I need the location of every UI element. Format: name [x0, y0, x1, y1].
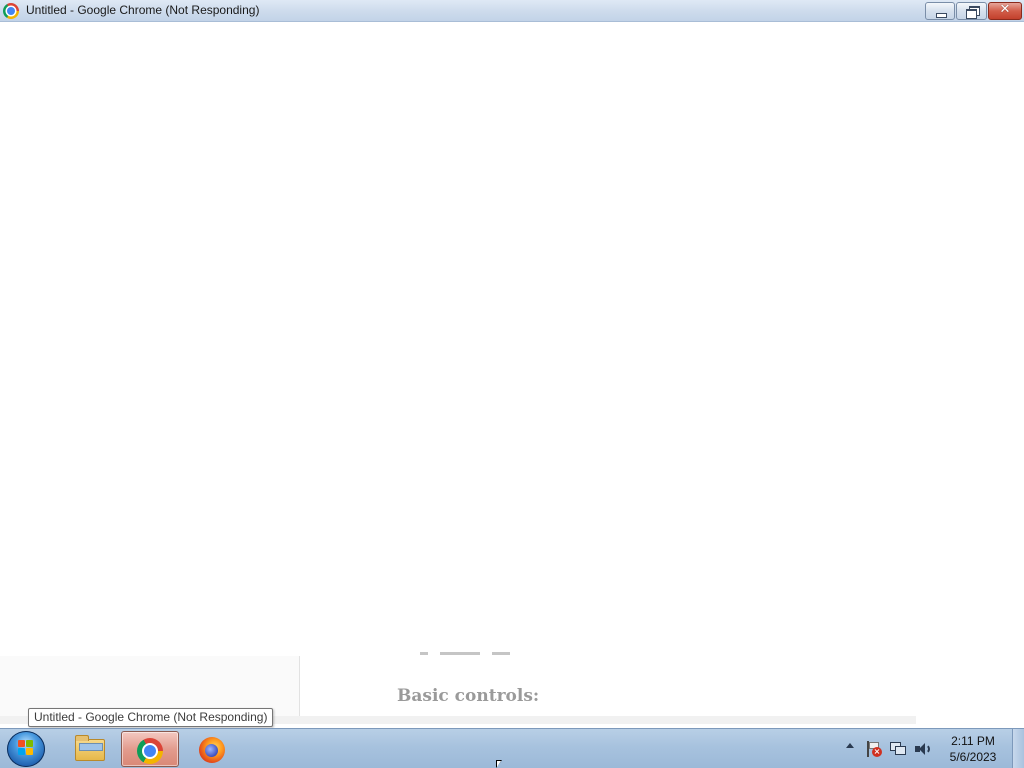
- page-side-panel: [0, 656, 300, 716]
- close-button[interactable]: ✕: [988, 2, 1022, 20]
- clock-time: 2:11 PM: [951, 734, 995, 748]
- show-desktop-button[interactable]: [1012, 729, 1024, 768]
- desktop-screen: Untitled - Google Chrome (Not Responding…: [0, 0, 1024, 768]
- restore-button[interactable]: [956, 2, 987, 20]
- network-icon[interactable]: [890, 741, 906, 757]
- show-hidden-icons-arrow-icon[interactable]: [846, 743, 854, 748]
- taskbar: × 2:11 PM 5/6/2023: [0, 728, 1024, 768]
- folder-icon: [75, 735, 105, 761]
- text-fragment: [491, 652, 510, 655]
- window-title-bar[interactable]: Untitled - Google Chrome (Not Responding…: [0, 0, 1024, 22]
- chrome-icon: [137, 738, 163, 764]
- taskbar-item-chrome[interactable]: [121, 731, 179, 767]
- system-clock[interactable]: 2:11 PM 5/6/2023: [944, 733, 1002, 765]
- text-fragment: [439, 652, 480, 655]
- close-icon: ✕: [999, 2, 1011, 17]
- clock-date: 5/6/2023: [949, 750, 997, 764]
- minimize-button[interactable]: [925, 2, 955, 20]
- volume-icon[interactable]: [914, 741, 932, 757]
- firefox-icon: [199, 737, 225, 763]
- partial-text-line: [420, 646, 900, 658]
- start-button[interactable]: [7, 731, 45, 767]
- window-title: Untitled - Google Chrome (Not Responding…: [26, 3, 260, 17]
- action-center-flag-icon[interactable]: ×: [866, 741, 882, 757]
- taskbar-item-firefox[interactable]: [183, 731, 241, 767]
- text-fragment: [420, 652, 428, 655]
- chrome-icon[interactable]: [3, 3, 19, 19]
- windows-logo-icon: [18, 740, 34, 756]
- taskbar-item-explorer[interactable]: [60, 731, 118, 767]
- browser-viewport[interactable]: [0, 22, 1024, 728]
- mouse-cursor-icon: [496, 760, 502, 768]
- taskbar-tooltip: Untitled - Google Chrome (Not Responding…: [28, 708, 274, 727]
- section-heading: Basic controls:: [397, 686, 540, 706]
